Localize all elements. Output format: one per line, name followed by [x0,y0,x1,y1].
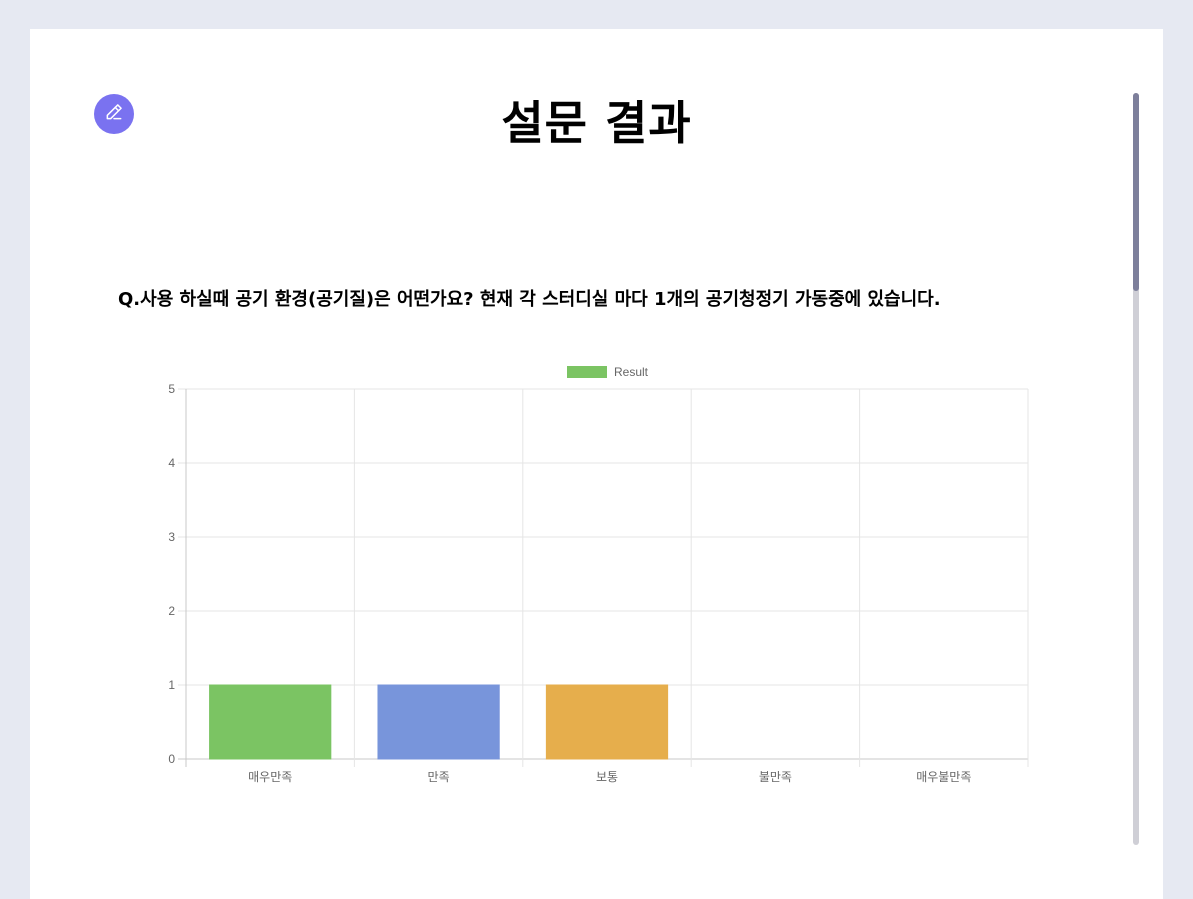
scrollbar-track[interactable] [1133,93,1139,845]
legend-swatch [567,366,607,378]
page-title: 설문 결과 [501,96,692,150]
y-tick-label: 1 [168,678,175,692]
y-tick-label: 3 [168,530,175,544]
y-tick-label: 4 [168,456,175,470]
result-bar-chart: 0 1 2 3 4 5 매우만족 만족 보통 불만족 매우불만족 Result [168,365,1029,784]
x-tick-label: 매우만족 [248,770,292,784]
survey-result-card: 설문 결과 Q.사용 하실때 공기 환경(공기질)은 어떤가요? 현재 각 스터… [30,29,1163,899]
bar [377,684,500,760]
bar [209,684,332,760]
x-tick-label: 만족 [428,770,450,784]
x-tick-label: 보통 [596,770,618,784]
bar [545,684,669,760]
y-tick-label: 2 [168,604,175,618]
y-tick-label: 5 [168,382,175,396]
scrollbar-thumb[interactable] [1133,93,1139,291]
legend-label: Result [614,365,649,379]
x-tick-label: 매우불만족 [916,770,971,784]
x-tick-label: 불만족 [759,770,792,784]
question-text: Q.사용 하실때 공기 환경(공기질)은 어떤가요? 현재 각 스터디실 마다 … [118,289,941,310]
y-tick-label: 0 [168,752,175,766]
